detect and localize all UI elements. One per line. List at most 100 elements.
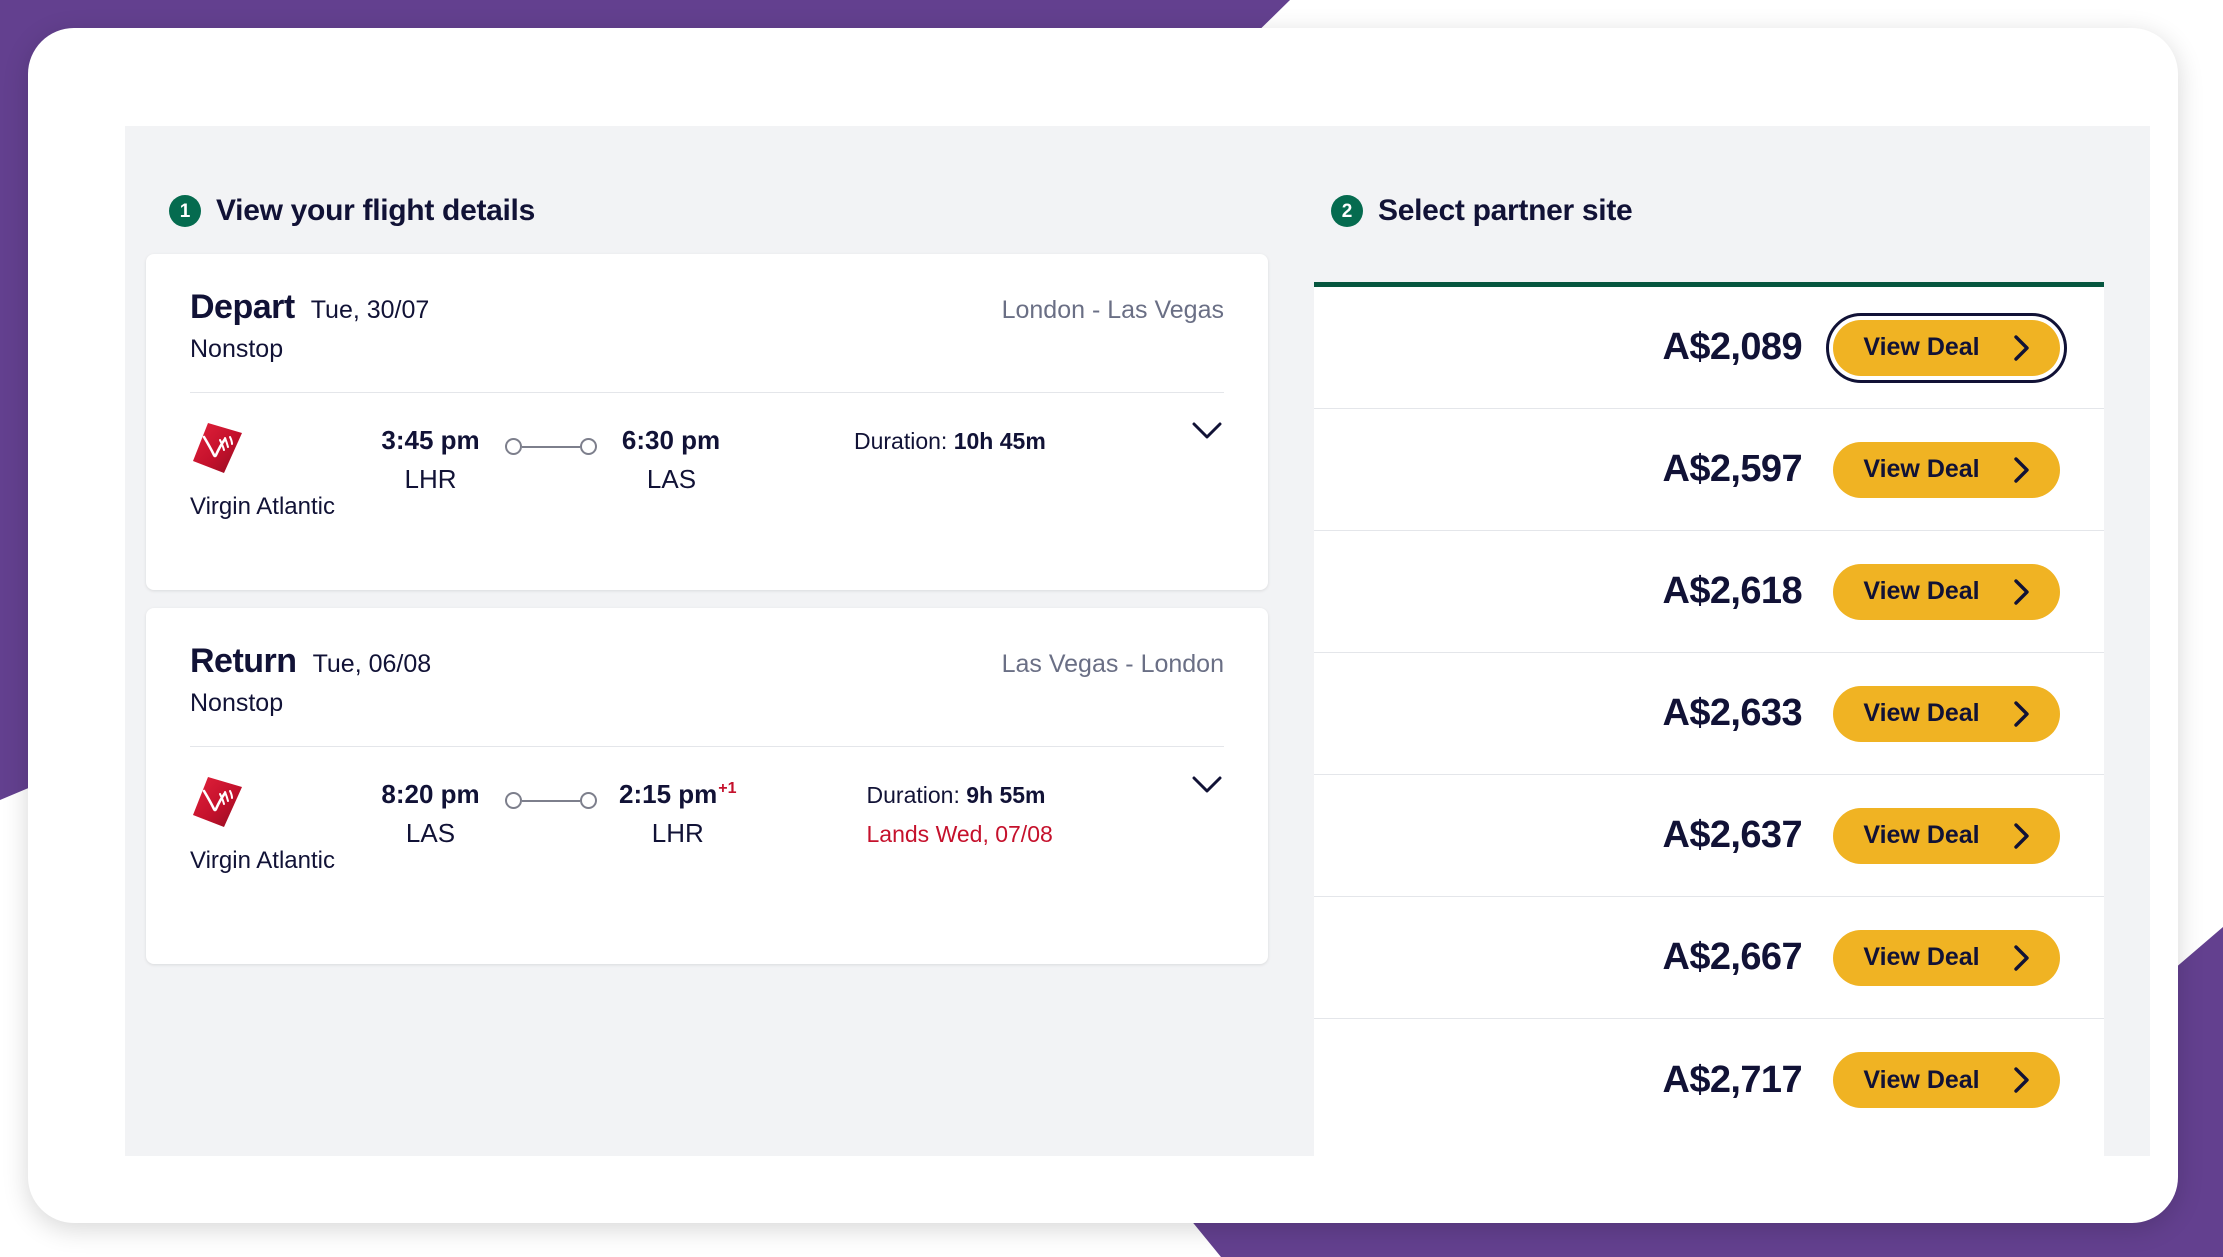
- partner-deals-list[interactable]: A$2,089 View Deal A$2,597 View Deal A$2,618 V…: [1314, 282, 2104, 1156]
- depart-airline-name: Virgin Atlantic: [190, 493, 350, 521]
- deal-price: A$2,637: [1663, 814, 1802, 857]
- view-deal-button[interactable]: View Deal: [1833, 808, 2060, 864]
- depart-duration-label: Duration:: [854, 428, 947, 454]
- depart-duration-value: 10h 45m: [954, 428, 1046, 454]
- view-deal-button-label: View Deal: [1863, 699, 1979, 728]
- chevron-right-icon: [2014, 335, 2030, 361]
- chevron-right-icon: [2014, 823, 2030, 849]
- depart-path-line-icon: [522, 446, 580, 448]
- depart-duration: Duration: 10h 45m: [854, 428, 1046, 455]
- depart-times: 3:45 pm LHR 6:30 pm LAS: [378, 425, 724, 495]
- step-2-title: Select partner site: [1378, 194, 1632, 228]
- view-deal-button-label: View Deal: [1863, 1066, 1979, 1095]
- depart-origin-code: LHR: [378, 464, 483, 495]
- view-deal-button-label: View Deal: [1863, 333, 1979, 362]
- depart-card-body: Virgin Atlantic 3:45 pm LHR 6:30 pm LAS: [146, 393, 1268, 521]
- depart-destination-block: 6:30 pm LAS: [619, 425, 724, 495]
- return-duration-label: Duration:: [867, 782, 960, 808]
- depart-date: Tue, 30/07: [311, 296, 430, 325]
- depart-duration-column: Duration: 10h 45m: [854, 428, 1046, 455]
- step-1-heading: 1 View your flight details: [169, 194, 535, 228]
- return-destination-time: 2:15 pm: [619, 779, 717, 809]
- return-airline-column: Virgin Atlantic: [190, 775, 350, 875]
- return-origin-block: 8:20 pm LAS: [378, 779, 483, 849]
- view-deal-button[interactable]: View Deal: [1833, 320, 2060, 376]
- return-card-body: Virgin Atlantic 8:20 pm LAS 2:15 pm+1 LH…: [146, 747, 1268, 875]
- return-times: 8:20 pm LAS 2:15 pm+1 LHR: [378, 779, 737, 849]
- virgin-atlantic-logo-icon: [190, 775, 244, 831]
- flight-card-return: Return Tue, 06/08 Las Vegas - London Non…: [146, 608, 1268, 964]
- depart-destination-time: 6:30 pm: [622, 425, 720, 455]
- depart-origin-block: 3:45 pm LHR: [378, 425, 483, 495]
- chevron-right-icon: [2014, 1067, 2030, 1093]
- return-day-offset: +1: [718, 780, 736, 797]
- view-deal-button-label: View Deal: [1863, 577, 1979, 606]
- chevron-down-icon: [1192, 422, 1222, 440]
- return-airline-name: Virgin Atlantic: [190, 847, 350, 875]
- deal-row: A$2,637 View Deal: [1314, 775, 2104, 897]
- return-destination-dot-icon: [580, 792, 597, 809]
- return-origin-time: 8:20 pm: [378, 779, 483, 810]
- deal-price: A$2,618: [1663, 570, 1802, 613]
- step-2-badge: 2: [1331, 195, 1363, 227]
- deal-price: A$2,633: [1663, 692, 1802, 735]
- depart-destination-dot-icon: [580, 438, 597, 455]
- depart-route: London - Las Vegas: [1002, 296, 1224, 325]
- return-route: Las Vegas - London: [1002, 650, 1224, 679]
- deal-row: A$2,633 View Deal: [1314, 653, 2104, 775]
- depart-stops: Nonstop: [146, 327, 1268, 364]
- browser-card: 1 View your flight details 2 Select part…: [28, 28, 2178, 1223]
- depart-expand-chevron-down-icon[interactable]: [1190, 419, 1224, 443]
- deal-price: A$2,667: [1663, 936, 1802, 979]
- flight-card-depart: Depart Tue, 30/07 London - Las Vegas Non…: [146, 254, 1268, 590]
- return-expand-chevron-down-icon[interactable]: [1190, 773, 1224, 797]
- view-deal-button-label: View Deal: [1863, 455, 1979, 484]
- chevron-right-icon: [2014, 701, 2030, 727]
- return-direction-label: Return: [190, 642, 297, 681]
- chevron-right-icon: [2014, 945, 2030, 971]
- return-date: Tue, 06/08: [313, 650, 432, 679]
- chevron-down-icon: [1192, 776, 1222, 794]
- return-lands-note: Lands Wed, 07/08: [867, 821, 1053, 848]
- view-deal-button[interactable]: View Deal: [1833, 442, 2060, 498]
- step-1-title: View your flight details: [216, 194, 535, 228]
- return-stops: Nonstop: [146, 681, 1268, 718]
- step-1-badge: 1: [169, 195, 201, 227]
- deal-price: A$2,597: [1663, 448, 1802, 491]
- depart-origin-time: 3:45 pm: [378, 425, 483, 456]
- return-origin-code: LAS: [378, 818, 483, 849]
- deal-price: A$2,089: [1663, 326, 1802, 369]
- return-path-line-icon: [522, 800, 580, 802]
- return-destination-block: 2:15 pm+1 LHR: [619, 779, 737, 849]
- chevron-right-icon: [2014, 579, 2030, 605]
- depart-destination-time-wrap: 6:30 pm: [619, 425, 724, 456]
- deal-row: A$2,618 View Deal: [1314, 531, 2104, 653]
- depart-direction-label: Depart: [190, 288, 295, 327]
- view-deal-button[interactable]: View Deal: [1833, 686, 2060, 742]
- virgin-atlantic-logo-icon: [190, 421, 244, 477]
- return-duration: Duration: 9h 55m: [867, 782, 1053, 809]
- deal-row: A$2,667 View Deal: [1314, 897, 2104, 1019]
- view-deal-button[interactable]: View Deal: [1833, 930, 2060, 986]
- view-deal-button[interactable]: View Deal: [1833, 564, 2060, 620]
- view-deal-button-label: View Deal: [1863, 943, 1979, 972]
- deal-row: A$2,089 View Deal: [1314, 287, 2104, 409]
- depart-origin-dot-icon: [505, 438, 522, 455]
- return-destination-code: LHR: [619, 818, 737, 849]
- return-path-graphic: [505, 792, 597, 809]
- partner-deals-scrollbar[interactable]: [2106, 282, 2120, 1156]
- view-deal-button-label: View Deal: [1863, 821, 1979, 850]
- depart-path-graphic: [505, 438, 597, 455]
- chevron-right-icon: [2014, 457, 2030, 483]
- depart-destination-code: LAS: [619, 464, 724, 495]
- return-origin-dot-icon: [505, 792, 522, 809]
- deal-row: A$2,597 View Deal: [1314, 409, 2104, 531]
- return-destination-time-wrap: 2:15 pm+1: [619, 779, 737, 810]
- return-duration-column: Duration: 9h 55m Lands Wed, 07/08: [867, 782, 1053, 848]
- step-2-heading: 2 Select partner site: [1331, 194, 1632, 228]
- deal-price: A$2,717: [1663, 1059, 1802, 1102]
- return-duration-value: 9h 55m: [966, 782, 1045, 808]
- view-deal-button[interactable]: View Deal: [1833, 1052, 2060, 1108]
- return-card-header: Return Tue, 06/08 Las Vegas - London: [146, 608, 1268, 681]
- depart-card-header: Depart Tue, 30/07 London - Las Vegas: [146, 254, 1268, 327]
